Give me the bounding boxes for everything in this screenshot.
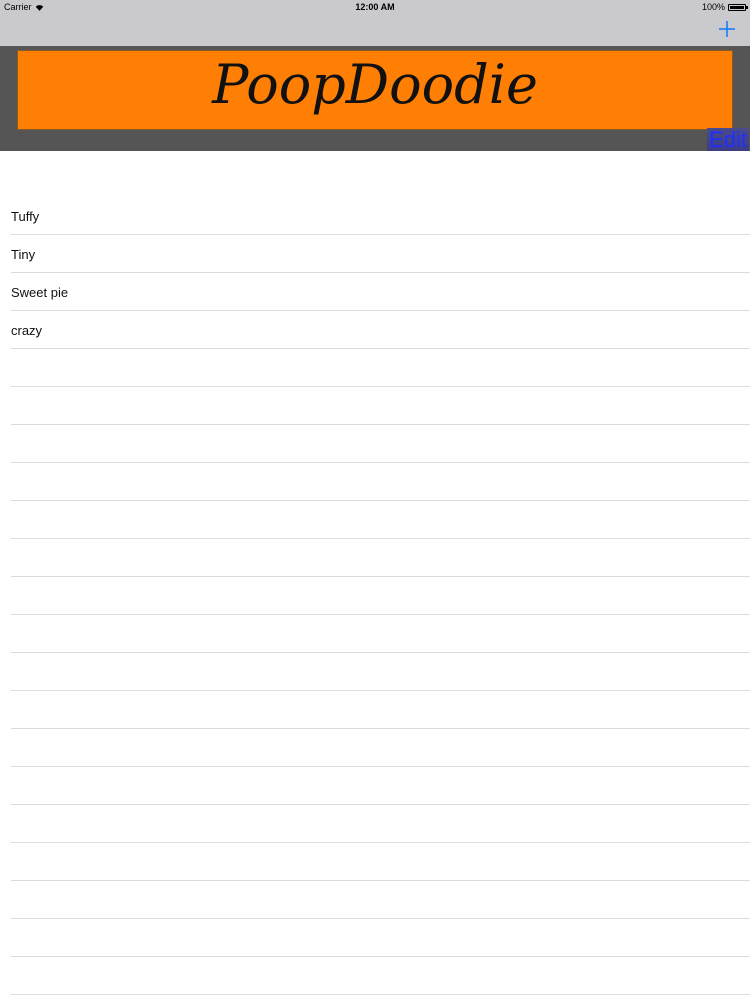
- list-item[interactable]: Sweet pie: [0, 273, 750, 311]
- battery-icon: [728, 3, 748, 11]
- empty-row: [0, 577, 750, 615]
- navigation-bar: [0, 14, 750, 46]
- empty-row: [0, 767, 750, 805]
- battery-percent: 100%: [701, 2, 725, 12]
- plus-icon[interactable]: [716, 18, 738, 40]
- list-item-label: Tuffy: [11, 209, 40, 224]
- status-time: 12:00 AM: [355, 2, 395, 12]
- list-item[interactable]: crazy: [0, 311, 750, 349]
- empty-row: [0, 501, 750, 539]
- edit-button-label: Edit: [709, 127, 747, 152]
- empty-row: [0, 349, 750, 387]
- empty-row: [0, 691, 750, 729]
- list-item-label: crazy: [11, 323, 43, 338]
- empty-row: [0, 881, 750, 919]
- app-logo-title: PoopDoodie: [212, 53, 538, 116]
- edit-button[interactable]: Edit: [707, 128, 749, 151]
- list-item-label: Sweet pie: [11, 285, 69, 300]
- empty-row: [0, 957, 750, 995]
- logo-banner: PoopDoodie: [17, 50, 733, 130]
- status-bar: Carrier 12:00 AM 100%: [0, 0, 750, 14]
- empty-row: [0, 653, 750, 691]
- list-item[interactable]: Tuffy: [0, 197, 750, 235]
- header-banner: PoopDoodie Edit: [0, 46, 750, 151]
- empty-row: [0, 463, 750, 501]
- empty-row: [0, 729, 750, 767]
- empty-row: [0, 425, 750, 463]
- list-item-label: Tiny: [11, 247, 36, 262]
- empty-row: [0, 843, 750, 881]
- empty-row: [0, 615, 750, 653]
- status-right: 100%: [701, 2, 748, 12]
- empty-row: [0, 539, 750, 577]
- pet-list: Tuffy Tiny Sweet pie crazy: [0, 197, 750, 995]
- empty-row: [0, 919, 750, 957]
- empty-row: [0, 387, 750, 425]
- empty-row: [0, 805, 750, 843]
- list-item[interactable]: Tiny: [0, 235, 750, 273]
